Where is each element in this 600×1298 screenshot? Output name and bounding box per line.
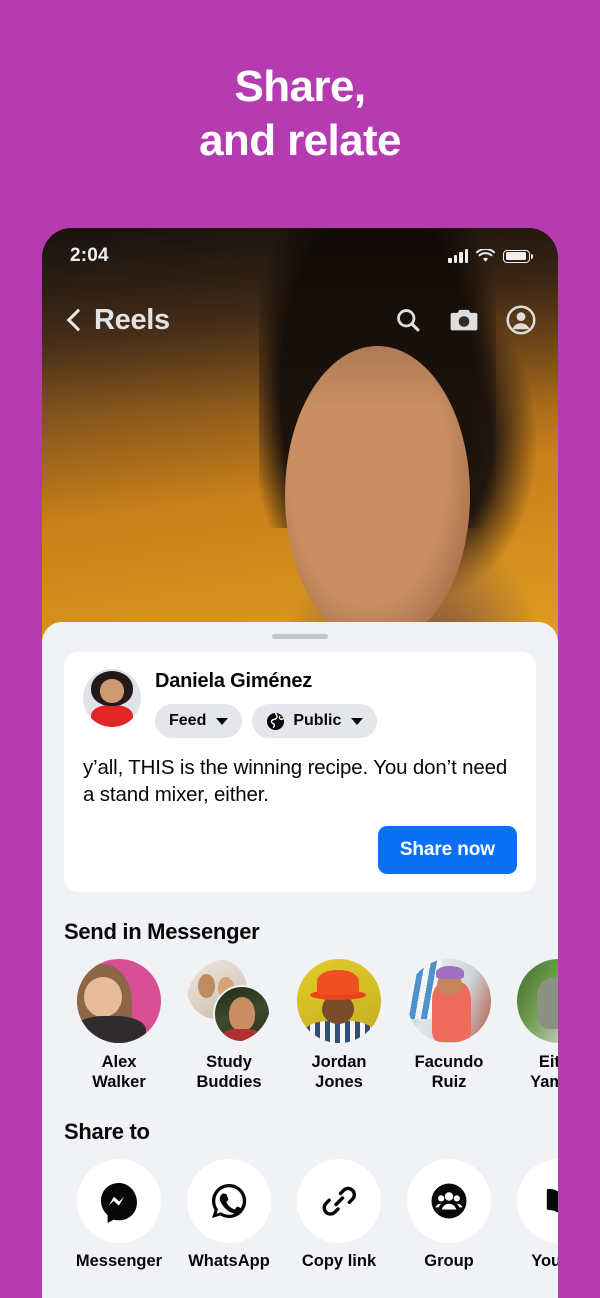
composer-card: Daniela Giménez Feed Public y’all, THIS …	[64, 652, 536, 892]
composer-header: Daniela Giménez Feed Public	[83, 669, 517, 738]
share-target-label: Your st	[531, 1251, 558, 1270]
promo-banner: Share, and relate	[0, 0, 600, 228]
composer-user-name: Daniela Giménez	[155, 670, 313, 692]
avatar-headwrap-shape	[435, 966, 465, 980]
share-target-group[interactable]: Group	[394, 1158, 504, 1271]
chevron-left-icon[interactable]	[64, 304, 86, 336]
avatar-face-shape	[100, 679, 124, 703]
status-indicators	[448, 249, 533, 263]
globe-icon	[267, 712, 285, 730]
share-now-button[interactable]: Share now	[377, 825, 517, 874]
daniela-avatar[interactable]	[83, 669, 141, 727]
audience-destination-label: Feed	[169, 712, 207, 729]
link-icon	[322, 1186, 356, 1216]
page-title: Reels	[94, 303, 170, 336]
share-to-row[interactable]: Messenger WhatsApp Copy link Group You	[42, 1158, 558, 1271]
whatsapp-icon	[212, 1183, 247, 1218]
contact-facundo-ruiz[interactable]: Facundo Ruiz	[394, 958, 504, 1092]
share-target-messenger[interactable]: Messenger	[64, 1158, 174, 1271]
alex-walker-avatar	[77, 958, 161, 1043]
contact-alex-walker[interactable]: Alex Walker	[64, 958, 174, 1092]
share-target-icon-wrap	[187, 1158, 271, 1243]
share-target-icon-wrap	[77, 1158, 161, 1243]
contact-name-label: Eitan Yamam	[530, 1052, 558, 1091]
composer-caption-text[interactable]: y’all, THIS is the winning recipe. You d…	[83, 754, 517, 809]
wifi-icon	[476, 249, 495, 262]
reels-navbar: Reels	[42, 284, 558, 356]
search-icon[interactable]	[394, 306, 422, 334]
phone-mockup: 2:04 Reels Daniela Giménez Feed Public y…	[42, 228, 558, 1298]
battery-icon	[503, 249, 533, 263]
navbar-actions	[394, 305, 536, 335]
share-target-icon-wrap	[297, 1158, 381, 1243]
chevron-down-icon	[216, 717, 229, 725]
share-target-copy-link[interactable]: Copy link	[284, 1158, 394, 1271]
share-target-icon-wrap	[517, 1158, 558, 1243]
study-buddies-group-avatar	[187, 958, 271, 1043]
your-story-book-icon	[546, 1188, 558, 1213]
share-sheet: Daniela Giménez Feed Public y’all, THIS …	[42, 622, 558, 1298]
share-target-icon-wrap	[407, 1158, 491, 1243]
signal-bars-icon	[448, 249, 468, 263]
sheet-drag-handle[interactable]	[272, 634, 328, 639]
share-target-your-story[interactable]: Your st	[504, 1158, 558, 1271]
share-target-label: WhatsApp	[188, 1251, 270, 1270]
contact-name-label: Facundo Ruiz	[414, 1052, 484, 1091]
share-to-title: Share to	[64, 1118, 150, 1144]
composer-meta: Daniela Giménez Feed Public	[155, 669, 517, 738]
contact-name-label: Alex Walker	[92, 1052, 146, 1091]
status-bar: 2:04	[42, 228, 558, 284]
share-target-label: Copy link	[301, 1251, 377, 1270]
share-target-label: Group	[424, 1251, 474, 1270]
composer-pill-row: Feed Public	[155, 704, 517, 738]
contact-study-buddies[interactable]: Study Buddies	[174, 958, 284, 1092]
promo-headline-line-1: Share,	[234, 62, 367, 112]
messenger-icon	[101, 1182, 137, 1223]
eitan-yamamoto-avatar	[517, 958, 558, 1043]
group-people-icon	[431, 1183, 467, 1219]
composer-footer: Share now	[83, 825, 517, 874]
status-time: 2:04	[70, 245, 109, 266]
avatar-body-shape	[537, 976, 558, 1030]
contact-jordan-jones[interactable]: Jordan Jones	[284, 958, 394, 1092]
avatar-shirt-shape	[77, 1015, 146, 1043]
chevron-down-icon	[351, 717, 364, 725]
audience-destination-pill[interactable]: Feed	[155, 704, 243, 738]
jordan-jones-avatar	[297, 958, 381, 1043]
messenger-contacts-row[interactable]: Alex Walker Study Buddies Jordan Jones F…	[42, 958, 558, 1092]
avatar-body-shape	[91, 704, 133, 727]
contact-name-label: Study Buddies	[196, 1052, 262, 1091]
group-avatar-secondary	[213, 984, 271, 1043]
camera-icon[interactable]	[449, 306, 479, 334]
share-target-whatsapp[interactable]: WhatsApp	[174, 1158, 284, 1271]
avatar-hat-shape	[317, 970, 360, 996]
contact-name-label: Jordan Jones	[311, 1052, 367, 1091]
profile-avatar-icon[interactable]	[506, 305, 536, 335]
send-in-messenger-title: Send in Messenger	[64, 918, 260, 944]
privacy-label: Public	[293, 712, 342, 729]
promo-headline-line-2: and relate	[199, 116, 401, 165]
contact-eitan-yamamoto[interactable]: Eitan Yamam	[504, 958, 558, 1092]
share-target-label: Messenger	[75, 1251, 163, 1270]
facundo-ruiz-avatar	[407, 958, 491, 1043]
privacy-pill[interactable]: Public	[252, 704, 378, 738]
